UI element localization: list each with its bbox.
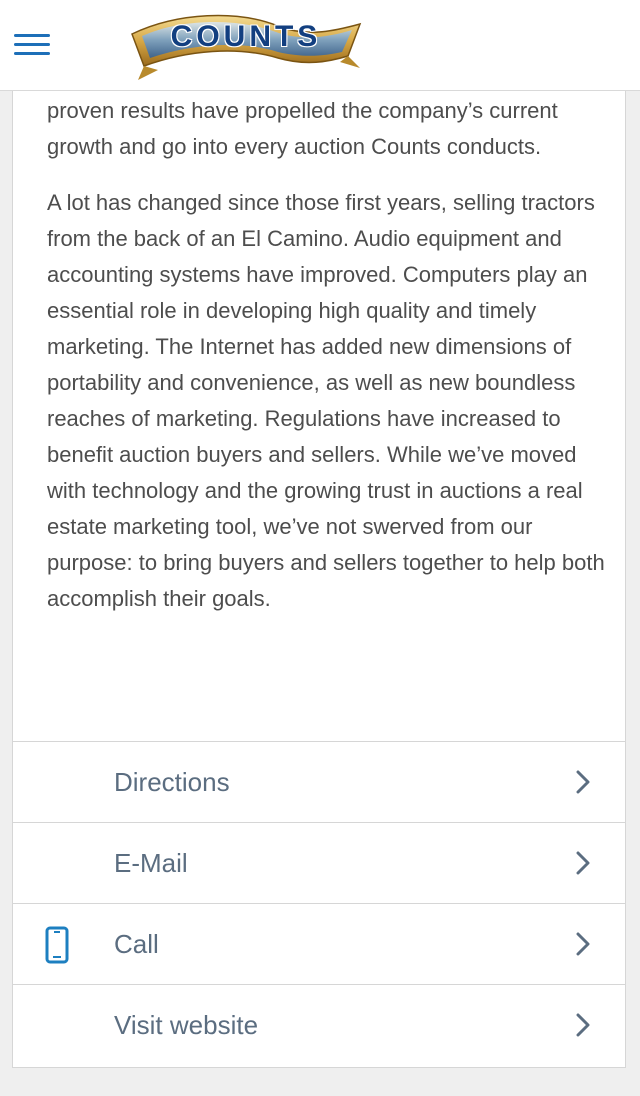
visit-website-button[interactable]: Visit website (13, 984, 625, 1065)
chevron-right-icon (576, 851, 590, 875)
chevron-right-icon (576, 932, 590, 956)
email-button[interactable]: E-Mail (13, 822, 625, 903)
hamburger-menu-icon[interactable] (14, 30, 50, 58)
paragraph: proven results have propelled the compan… (47, 98, 558, 159)
about-text: proven results have propelled the compan… (47, 93, 607, 637)
directions-label: Directions (114, 767, 230, 797)
paragraph: A lot has changed since those first year… (47, 190, 605, 611)
call-label: Call (114, 929, 159, 959)
directions-button[interactable]: Directions (13, 741, 625, 822)
chevron-right-icon (576, 1013, 590, 1037)
chevron-right-icon (576, 770, 590, 794)
visit-website-label: Visit website (114, 1010, 259, 1040)
app-header: COUNTS (0, 0, 640, 91)
content-card: proven results have propelled the compan… (12, 0, 626, 1068)
counts-logo[interactable]: COUNTS (128, 4, 364, 86)
phone-icon (45, 926, 69, 964)
call-button[interactable]: Call (13, 903, 625, 984)
email-label: E-Mail (114, 848, 188, 878)
action-list: Directions E-Mail Call Visit website (13, 741, 625, 1065)
logo-text: COUNTS (170, 20, 322, 53)
